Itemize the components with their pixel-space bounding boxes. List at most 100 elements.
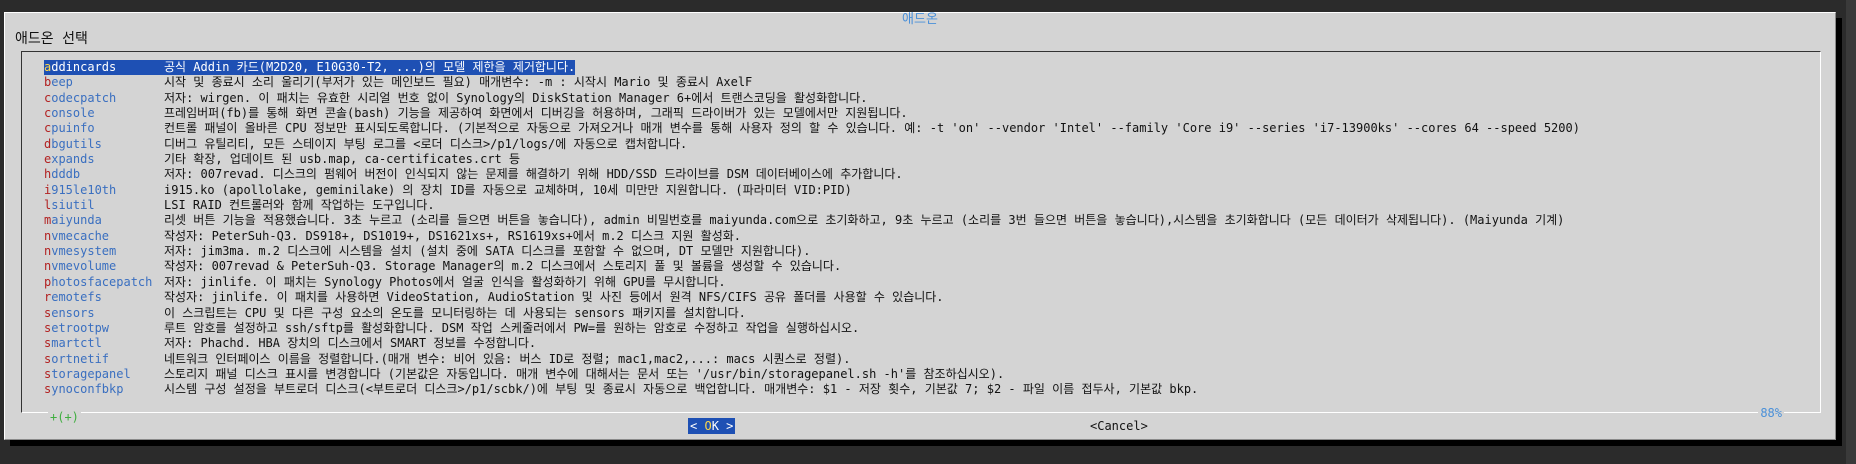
addon-tag-rest: onsole <box>51 106 95 121</box>
addon-tag-rest: toragepanel <box>51 366 131 381</box>
addon-item-i915le10th[interactable]: i915le10th i915.ko (apollolake, geminilak… <box>44 183 1816 198</box>
addon-item-nvmecache[interactable]: nvmecache 작성자: PeterSuh-Q3. DS918+, DS101… <box>44 229 1816 244</box>
addon-item-maiyunda[interactable]: maiyunda 리셋 버튼 기능을 적용했습니다. 3초 누르고 (소리를 들으… <box>44 213 1816 228</box>
addon-tag: addincards <box>44 60 164 76</box>
addon-tag-rest: dddb <box>51 167 81 182</box>
ok-bracket-left: < <box>690 419 698 433</box>
addon-description: 저자: 007revad. 디스크의 펌웨어 버전이 인식되지 않는 문제를 해… <box>164 167 903 182</box>
addon-description: 작성자: PeterSuh-Q3. DS918+, DS1019+, DS162… <box>164 228 741 243</box>
addon-tag-rest: 915le10th <box>51 182 117 197</box>
addon-description: 스토리지 패널 디스크 표시를 변경합니다 (기본값은 자동입니다. 매개 변수… <box>164 366 1005 381</box>
addon-tag-rest: eep <box>51 75 73 90</box>
addon-description: 네트워크 인터페이스 이름을 정렬합니다.(매개 변수: 비어 있음: 버스 I… <box>164 351 851 366</box>
ok-button[interactable]: < OK > <box>688 418 736 434</box>
addon-tag: setrootpw <box>44 321 164 336</box>
addon-description: 저자: wirgen. 이 패치는 유효한 시리얼 번호 없이 Synology… <box>164 90 868 105</box>
ok-label: K <box>711 419 719 433</box>
addon-tag: lsiutil <box>44 198 164 213</box>
addon-item-codecpatch[interactable]: codecpatch 저자: wirgen. 이 패치는 유효한 시리얼 번호 없… <box>44 91 1816 106</box>
addon-tag-rest: ynoconfbkp <box>51 382 124 397</box>
addon-item-photosfacepatch[interactable]: photosfacepatch 저자: jinlife. 이 패치는 Synolo… <box>44 275 1816 290</box>
addon-description: 저자: jim3ma. m.2 디스크에 시스템을 설치 (설치 중에 SATA… <box>164 244 811 259</box>
addon-tag: sortnetif <box>44 352 164 367</box>
ok-hotkey: O <box>704 419 712 433</box>
addon-item-nvmesystem[interactable]: nvmesystem 저자: jim3ma. m.2 디스크에 시스템을 설치 (… <box>44 244 1816 259</box>
addon-tag: expands <box>44 152 164 167</box>
addon-tag: smartctl <box>44 336 164 351</box>
addon-rows: addincards 공식 Addin 카드(M2D20, E10G30-T2, … <box>44 60 1816 398</box>
addon-tag: remotefs <box>44 290 164 305</box>
addon-tag-rest: ensors <box>51 305 95 320</box>
addon-item-beep[interactable]: beep 시작 및 종료시 소리 울리기(부저가 있는 메인보드 필요) 매개변수… <box>44 75 1816 90</box>
addon-tag: codecpatch <box>44 91 164 106</box>
addon-item-nvmevolume[interactable]: nvmevolume 작성자: 007revad & PeterSuh-Q3. S… <box>44 259 1816 274</box>
ok-bracket-right: > <box>726 419 734 433</box>
addon-item-console[interactable]: console 프레임버퍼(fb)를 통해 화면 콘솔(bash) 기능을 제공하… <box>44 106 1816 121</box>
addon-description: 작성자: jinlife. 이 패치를 사용하면 VideoStation, A… <box>164 290 944 305</box>
addon-item-sensors[interactable]: sensors 이 스크립트는 CPU 및 다른 구성 요소의 온도를 모니터링하… <box>44 306 1816 321</box>
addon-tag-rest: xpands <box>51 152 95 167</box>
addon-tag: nvmesystem <box>44 244 164 259</box>
addon-description: 루트 암호를 설정하고 ssh/sftp를 활성화합니다. DSM 작업 스케줄… <box>164 320 860 335</box>
addon-tag-rest: ddincards <box>51 60 117 74</box>
addon-tag: beep <box>44 75 164 90</box>
addon-tag: nvmecache <box>44 229 164 244</box>
dialog-subtitle: 애드온 선택 <box>15 31 88 47</box>
button-bar: < OK > <Cancel> <box>5 418 1835 436</box>
addon-tag-rest: ortnetif <box>51 351 110 366</box>
addon-tag: dbgutils <box>44 137 164 152</box>
addon-description: i915.ko (apollolake, geminilake) 의 장치 ID… <box>164 182 852 197</box>
addon-description: 작성자: 007revad & PeterSuh-Q3. Storage Man… <box>164 259 842 274</box>
addon-tag: hdddb <box>44 167 164 182</box>
addon-tag-rest: martctl <box>51 336 102 351</box>
addon-description: 이 스크립트는 CPU 및 다른 구성 요소의 온도를 모니터링하는 데 사용되… <box>164 305 746 320</box>
addon-item-hdddb[interactable]: hdddb 저자: 007revad. 디스크의 펌웨어 버전이 인식되지 않는 … <box>44 167 1816 182</box>
addon-item-cpuinfo[interactable]: cpuinfo 컨트롤 패널이 올바른 CPU 정보만 표시되도록합니다. (기본… <box>44 121 1816 136</box>
scrollbar-track[interactable] <box>1846 0 1856 464</box>
cancel-button[interactable]: <Cancel> <box>1088 418 1150 434</box>
addon-description: 저자: Phachd. HBA 장치의 디스크에서 SMART 정보를 수정합니… <box>164 336 537 351</box>
addon-tag: console <box>44 106 164 121</box>
addon-item-expands[interactable]: expands 기타 확장, 업데이트 된 usb.map, ca-certifi… <box>44 152 1816 167</box>
dialog-title: 애드온 <box>902 12 938 27</box>
addon-description: 시작 및 종료시 소리 울리기(부저가 있는 메인보드 필요) 매개변수: -m… <box>164 75 753 90</box>
addon-description: 저자: jinlife. 이 패치는 Synology Photos에서 얼굴 … <box>164 274 726 289</box>
addon-description: 프레임버퍼(fb)를 통해 화면 콘솔(bash) 기능을 제공하여 화면에서 … <box>164 106 908 121</box>
addon-tag: storagepanel <box>44 367 164 382</box>
addon-description: 컨트롤 패널이 올바른 CPU 정보만 표시되도록합니다. (기본적으로 자동으… <box>164 121 1580 136</box>
addon-tag-rest: vmecache <box>51 228 110 243</box>
addon-tag: maiyunda <box>44 213 164 228</box>
addon-item-addincards[interactable]: addincards 공식 Addin 카드(M2D20, E10G30-T2, … <box>44 60 1816 76</box>
addon-description: 리셋 버튼 기능을 적용했습니다. 3초 누르고 (소리를 들으면 버튼을 놓습… <box>164 213 1565 228</box>
addon-tag-rest: vmesystem <box>51 244 117 259</box>
addon-tag: i915le10th <box>44 183 164 198</box>
addon-tag: nvmevolume <box>44 259 164 274</box>
addon-item-lsiutil[interactable]: lsiutil LSI RAID 컨트롤러와 함께 작업하는 도구입니다. <box>44 198 1816 213</box>
addon-item-dbgutils[interactable]: dbgutils 디버그 유틸리티, 모든 스테이지 부팅 로그를 <로더 디스크… <box>44 137 1816 152</box>
addon-tag-rest: bgutils <box>51 136 102 151</box>
addon-tag-rest: puinfo <box>51 121 95 136</box>
addon-tag: synoconfbkp <box>44 382 164 397</box>
addon-tag-rest: emotefs <box>51 290 102 305</box>
addon-item-sortnetif[interactable]: sortnetif 네트워크 인터페이스 이름을 정렬합니다.(매개 변수: 비어… <box>44 352 1816 367</box>
addon-tag: sensors <box>44 306 164 321</box>
addon-tag-rest: siutil <box>51 198 95 213</box>
addon-tag: cpuinfo <box>44 121 164 136</box>
addon-item-setrootpw[interactable]: setrootpw 루트 암호를 설정하고 ssh/sftp를 활성화합니다. D… <box>44 321 1816 336</box>
addon-item-synoconfbkp[interactable]: synoconfbkp 시스템 구성 설정을 부트로더 디스크(<부트로더 디스크… <box>44 382 1816 397</box>
addon-item-remotefs[interactable]: remotefs 작성자: jinlife. 이 패치를 사용하면 VideoSt… <box>44 290 1816 305</box>
addon-tag-rest: aiyunda <box>51 213 102 228</box>
addon-description: 시스템 구성 설정을 부트로더 디스크(<부트로더 디스크>/p1/scbk/)… <box>164 382 1199 397</box>
addon-tag-rest: odecpatch <box>51 90 117 105</box>
addon-checklist: addincards 공식 Addin 카드(M2D20, E10G30-T2, … <box>21 51 1821 424</box>
addon-item-storagepanel[interactable]: storagepanel 스토리지 패널 디스크 표시를 변경합니다 (기본값은 … <box>44 367 1816 382</box>
addon-description: 공식 Addin 카드(M2D20, E10G30-T2, ...)의 모델 제… <box>164 60 576 76</box>
addon-tag: photosfacepatch <box>44 275 164 290</box>
addon-description: 디버그 유틸리티, 모든 스테이지 부팅 로그를 <로더 디스크>/p1/log… <box>164 136 688 151</box>
addon-tag-rest: etrootpw <box>51 320 110 335</box>
addon-tag-rest: vmevolume <box>51 259 117 274</box>
addon-tag-rest: hotosfacepatch <box>51 274 153 289</box>
addon-item-smartctl[interactable]: smartctl 저자: Phachd. HBA 장치의 디스크에서 SMART … <box>44 336 1816 351</box>
addon-dialog: 애드온 애드온 선택 addincards 공식 Addin 카드(M2D20, … <box>4 12 1836 440</box>
addon-description: LSI RAID 컨트롤러와 함께 작업하는 도구입니다. <box>164 198 435 213</box>
